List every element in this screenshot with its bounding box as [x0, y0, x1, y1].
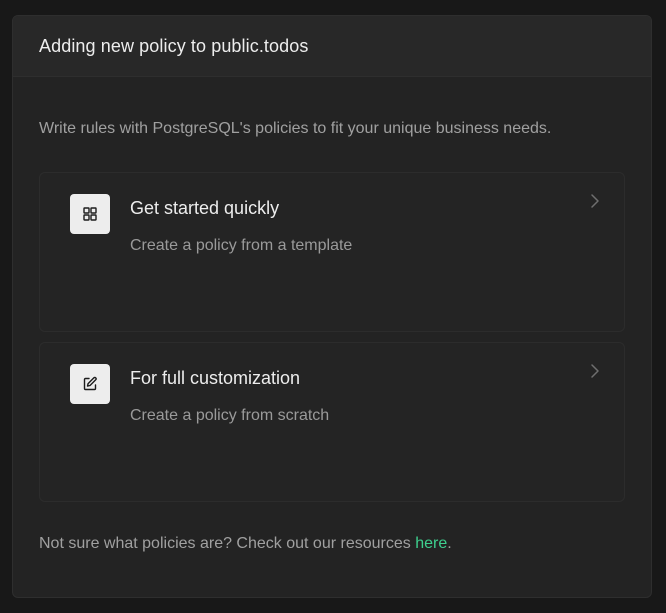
option-title: For full customization — [130, 368, 301, 388]
option-card-scratch[interactable]: For full customization Create a policy f… — [39, 342, 625, 502]
option-subtitle: Create a policy from a template — [130, 237, 353, 254]
footer-note: Not sure what policies are? Check out ou… — [39, 535, 452, 553]
option-subtitle: Create a policy from scratch — [130, 407, 330, 424]
footer-suffix: . — [447, 535, 452, 552]
grid-icon — [70, 194, 110, 234]
option-card-template[interactable]: Get started quickly Create a policy from… — [39, 172, 625, 332]
chevron-right-icon — [590, 193, 600, 214]
add-policy-dialog: Adding new policy to public.todos Write … — [12, 15, 652, 598]
dialog-header: Adding new policy to public.todos — [13, 16, 651, 77]
edit-icon — [70, 364, 110, 404]
chevron-right-icon — [590, 363, 600, 384]
dialog-intro-text: Write rules with PostgreSQL's policies t… — [39, 120, 552, 137]
dialog-title: Adding new policy to public.todos — [39, 35, 309, 56]
option-title: Get started quickly — [130, 198, 280, 218]
resources-link[interactable]: here — [415, 535, 447, 552]
footer-text: Not sure what policies are? Check out ou… — [39, 535, 416, 552]
